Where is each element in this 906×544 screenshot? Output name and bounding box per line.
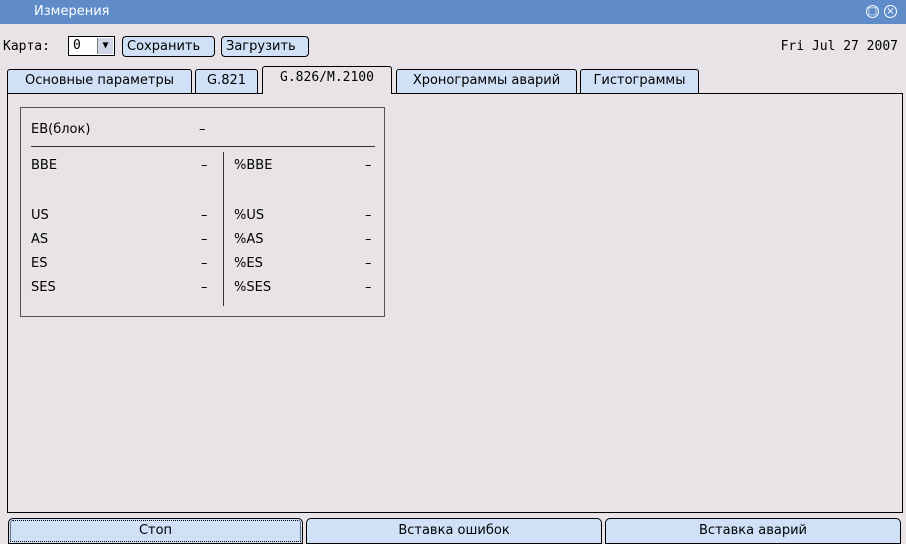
window-titlebar: Измерения □ × [0, 0, 906, 24]
bbe-value: – [201, 158, 208, 173]
es-value: – [201, 256, 208, 271]
pct-us-value: – [365, 208, 372, 223]
us-label: US [31, 208, 49, 223]
column-divider [223, 152, 224, 306]
tab-content-panel: EB(блок) – BBE – %BBE – US – %US – AS – … [7, 93, 903, 513]
toolbar: Карта: 0 ▼ Сохранить Загрузить Fri Jul 2… [0, 36, 906, 60]
as-value: – [201, 232, 208, 247]
tab-histograms[interactable]: Гистограммы [580, 69, 699, 93]
save-button[interactable]: Сохранить [122, 36, 215, 57]
ses-label: SES [31, 280, 56, 295]
pct-as-value: – [365, 232, 372, 247]
pct-as-label: %AS [234, 232, 264, 247]
eb-label: EB(блок) [31, 122, 91, 137]
pct-ses-label: %SES [234, 280, 272, 295]
divider [31, 146, 375, 147]
ses-value: – [201, 280, 208, 295]
bbe-label: BBE [31, 158, 58, 173]
pct-ses-value: – [365, 280, 372, 295]
close-icon[interactable]: × [884, 5, 897, 18]
card-label: Карта: [3, 39, 50, 54]
date-display: Fri Jul 27 2007 [780, 39, 898, 54]
insert-alarms-button[interactable]: Вставка аварий [605, 518, 901, 544]
card-select[interactable]: 0 ▼ [68, 36, 115, 56]
as-label: AS [31, 232, 49, 247]
eb-value: – [199, 122, 206, 137]
bottom-action-bar: Стоп Вставка ошибок Вставка аварий [0, 516, 906, 544]
load-button[interactable]: Загрузить [221, 36, 309, 57]
pct-bbe-value: – [365, 158, 372, 173]
tab-g821[interactable]: G.821 [195, 69, 258, 93]
tab-main-params[interactable]: Основные параметры [7, 69, 192, 93]
restore-icon[interactable]: □ [866, 5, 879, 18]
stop-button[interactable]: Стоп [8, 518, 303, 544]
g826-stats-box: EB(блок) – BBE – %BBE – US – %US – AS – … [20, 107, 385, 317]
tab-bar: Основные параметры G.821 G.826/M.2100 Хр… [0, 66, 906, 94]
pct-es-value: – [365, 256, 372, 271]
tab-g826[interactable]: G.826/M.2100 [262, 66, 392, 94]
es-label: ES [31, 256, 48, 271]
pct-es-label: %ES [234, 256, 263, 271]
card-select-value: 0 [73, 38, 81, 53]
pct-us-label: %US [234, 208, 265, 223]
chevron-down-icon[interactable]: ▼ [97, 38, 113, 54]
us-value: – [201, 208, 208, 223]
pct-bbe-label: %BBE [234, 158, 273, 173]
window-title: Измерения [34, 4, 110, 19]
insert-errors-button[interactable]: Вставка ошибок [306, 518, 602, 544]
tab-alarm-chronograms[interactable]: Хронограммы аварий [396, 69, 577, 93]
